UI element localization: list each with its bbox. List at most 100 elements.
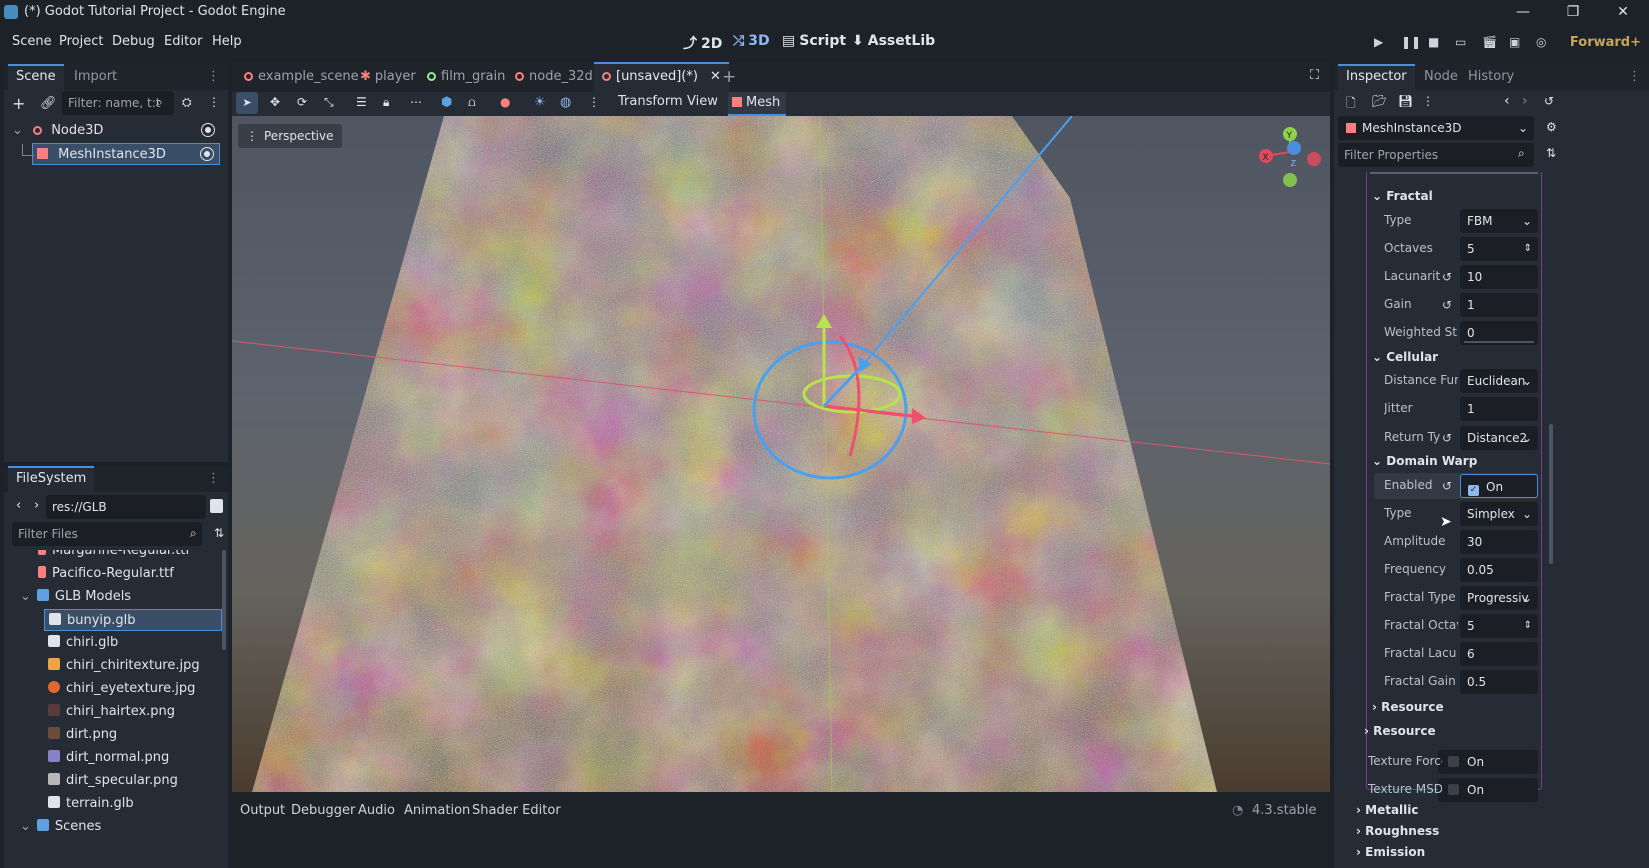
mode-3d-button[interactable]: ⤮ 3D bbox=[733, 33, 770, 49]
minimize-button[interactable]: — bbox=[1500, 1, 1546, 23]
section-fractal[interactable]: ⌄ Fractal bbox=[1372, 189, 1433, 203]
tab-output[interactable]: Output bbox=[240, 803, 285, 818]
maximize-button[interactable]: ❐ bbox=[1550, 1, 1596, 23]
file-item[interactable]: chiri_eyetexture.jpg bbox=[48, 678, 226, 700]
tab-example-scene[interactable]: example_scene bbox=[236, 62, 367, 92]
object-history-icon[interactable]: ↺ bbox=[1544, 94, 1554, 108]
attach-script-icon[interactable]: ⛭ bbox=[182, 95, 192, 110]
property-sort-icon[interactable]: ⇅ bbox=[1546, 146, 1556, 160]
filesystem-scrollbar[interactable] bbox=[222, 550, 226, 650]
tab-node-32d[interactable]: node_32d bbox=[507, 62, 601, 92]
mesh-menu[interactable]: Mesh bbox=[728, 92, 786, 116]
visibility-eye-icon[interactable] bbox=[202, 124, 214, 136]
mode-assetlib-button[interactable]: ⬇ AssetLib bbox=[852, 33, 935, 49]
stop-icon[interactable]: ■ bbox=[1428, 35, 1439, 49]
noise-textured-plane[interactable] bbox=[252, 116, 1217, 792]
folder-item[interactable]: ⌄ GLB Models bbox=[20, 586, 226, 608]
warp-fractal-type-dropdown[interactable]: Progressiv ⌄ bbox=[1460, 586, 1538, 610]
sort-icon[interactable]: ⇅ bbox=[214, 526, 224, 540]
frequency-field[interactable]: 0.05 bbox=[1460, 558, 1538, 582]
section-metallic[interactable]: › Metallic bbox=[1356, 803, 1419, 817]
forward-arrow-icon[interactable]: › bbox=[34, 498, 39, 513]
file-item[interactable]: Margarine-Regular.ttf bbox=[38, 550, 226, 562]
visibility-eye-icon[interactable] bbox=[201, 148, 213, 160]
back-arrow-icon[interactable]: ‹ bbox=[16, 498, 21, 513]
tab-shader-editor[interactable]: Shader Editor bbox=[472, 803, 561, 818]
tab-history[interactable]: History bbox=[1460, 64, 1522, 90]
preview-camera-icon[interactable]: ● bbox=[500, 95, 510, 109]
renderer-selector[interactable]: Forward+ bbox=[1570, 35, 1641, 50]
revert-icon[interactable]: ↺ bbox=[1442, 270, 1452, 284]
enabled-checkbox[interactable]: ✓ On bbox=[1460, 474, 1538, 498]
collapse-chevron-icon[interactable]: ⌄ bbox=[20, 589, 31, 604]
group-icon[interactable]: ⋯ bbox=[410, 95, 422, 109]
file-item[interactable]: dirt_specular.png bbox=[48, 770, 226, 792]
mode-script-button[interactable]: ▤ Script bbox=[782, 33, 846, 49]
section-cellular[interactable]: ⌄ Cellular bbox=[1372, 350, 1438, 364]
select-tool-icon[interactable]: ➤ bbox=[236, 92, 258, 114]
split-mode-icon[interactable] bbox=[210, 499, 223, 513]
distraction-free-icon[interactable]: ⛶ bbox=[1310, 68, 1319, 83]
add-node-icon[interactable]: + bbox=[12, 94, 25, 113]
file-item[interactable]: dirt_normal.png bbox=[48, 747, 226, 769]
remote-debug-icon[interactable]: ▭ bbox=[1455, 35, 1466, 49]
rotate-tool-icon[interactable]: ⟳ bbox=[297, 95, 307, 109]
fractal-gain-field[interactable]: 0.5 bbox=[1460, 670, 1538, 694]
return-type-dropdown[interactable]: Distance2 ⌄ bbox=[1460, 426, 1538, 450]
weighted-strength-slider[interactable]: 0 bbox=[1460, 321, 1538, 345]
pause-icon[interactable]: ❚❚ bbox=[1401, 35, 1421, 49]
texture-force-checkbox[interactable]: On bbox=[1448, 750, 1484, 774]
play-custom-scene-icon[interactable]: ▣ bbox=[1509, 35, 1520, 49]
3d-viewport[interactable]: ⋮ Perspective Y X Z bbox=[232, 116, 1330, 792]
stepper-icon[interactable]: ⇕ bbox=[1524, 614, 1532, 638]
file-item-selected[interactable]: bunyip.glb bbox=[44, 609, 222, 631]
inspector-menu-icon[interactable]: ⋮ bbox=[1620, 64, 1649, 90]
mode-2d-button[interactable]: ⤴ 2D bbox=[683, 33, 722, 53]
stepper-icon[interactable]: ⇕ bbox=[1524, 237, 1532, 261]
perspective-menu[interactable]: ⋮ Perspective bbox=[238, 124, 342, 148]
transform-menu[interactable]: Transform bbox=[618, 94, 683, 109]
snap-icon[interactable]: ⩍ bbox=[468, 95, 476, 110]
scale-tool-icon[interactable]: ⤡ bbox=[324, 95, 334, 110]
file-item[interactable]: dirt.png bbox=[48, 724, 226, 746]
tree-item-node3d[interactable]: ⌄ Node3D bbox=[12, 120, 220, 142]
jitter-field[interactable]: 1 bbox=[1460, 397, 1538, 421]
gain-field[interactable]: 1 bbox=[1460, 293, 1538, 317]
tab-audio[interactable]: Audio bbox=[358, 803, 395, 818]
new-tab-icon[interactable]: + bbox=[722, 67, 736, 87]
menu-help[interactable]: Help bbox=[212, 34, 242, 49]
menu-scene[interactable]: Scene bbox=[12, 34, 52, 49]
close-window-button[interactable]: ✕ bbox=[1600, 1, 1646, 23]
lock-icon[interactable]: 🔒︎ bbox=[383, 95, 389, 110]
lacunarity-field[interactable]: 10 bbox=[1460, 265, 1538, 289]
warp-type-dropdown[interactable]: Simplex ⌄ bbox=[1460, 502, 1538, 526]
menu-editor[interactable]: Editor bbox=[164, 34, 202, 49]
view-menu[interactable]: View bbox=[687, 94, 718, 109]
file-item[interactable]: chiri.glb bbox=[48, 632, 226, 654]
filesystem-path-input[interactable]: res://GLB Models/bunyip.gl bbox=[46, 495, 206, 538]
environment-menu-icon[interactable]: ⋮ bbox=[588, 95, 600, 109]
fractal-octaves-spinbox[interactable]: 5 ⇕ bbox=[1460, 614, 1538, 638]
history-back-icon[interactable]: ‹ bbox=[1504, 93, 1510, 109]
close-tab-icon[interactable]: ✕ bbox=[710, 69, 721, 84]
folder-item[interactable]: ⌄ Scenes bbox=[20, 816, 226, 838]
view-orientation-gizmo[interactable]: Y X Z bbox=[1252, 122, 1322, 192]
filter-files-input[interactable]: Filter Files bbox=[12, 522, 202, 546]
section-domain-warp[interactable]: ⌄ Domain Warp bbox=[1372, 454, 1477, 468]
revert-icon[interactable]: ↺ bbox=[1442, 431, 1452, 445]
play-scene-icon[interactable]: 🎬︎ bbox=[1482, 35, 1497, 49]
tab-import[interactable]: Import bbox=[66, 64, 125, 90]
revert-icon[interactable]: ↺ bbox=[1442, 298, 1452, 312]
filesystem-menu-icon[interactable]: ⋮ bbox=[199, 466, 228, 492]
tab-node[interactable]: Node bbox=[1416, 64, 1466, 90]
scene-dock-menu-icon[interactable]: ⋮ bbox=[199, 64, 228, 90]
file-item[interactable]: chiri_chiritexture.jpg bbox=[48, 655, 226, 677]
tab-player[interactable]: ✱ player bbox=[352, 62, 424, 92]
octaves-spinbox[interactable]: 5 ⇕ bbox=[1460, 237, 1538, 261]
amplitude-field[interactable]: 30 bbox=[1460, 530, 1538, 554]
sun-preview-icon[interactable]: ☀ bbox=[534, 95, 546, 110]
resource-menu-icon[interactable]: ⋮ bbox=[1422, 94, 1434, 108]
local-space-icon[interactable]: ⬢ bbox=[441, 95, 452, 110]
history-forward-icon[interactable]: › bbox=[1522, 93, 1528, 109]
fractal-lacunarity-field[interactable]: 6 bbox=[1460, 642, 1538, 666]
